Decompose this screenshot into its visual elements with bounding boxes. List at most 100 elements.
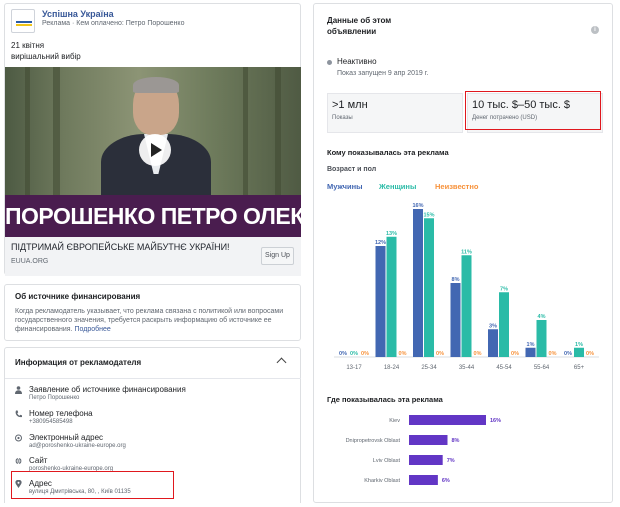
advertiser-item-value[interactable]: ad@poroshenko-ukraine-europe.org [29,443,126,449]
chevron-up-icon[interactable] [276,357,287,368]
divider [5,378,301,379]
impressions-label: Показы [332,115,353,121]
funding-body: Когда рекламодатель указывает, что рекла… [15,307,293,334]
funding-source-card: Об источнике финансирования Когда реклам… [4,284,301,341]
page-name-link[interactable]: Успішна Україна [42,9,184,19]
data-label: 0% [511,351,519,357]
chart-bar [536,320,547,357]
ad-details-title: Данные об этом объявлении [327,15,391,37]
tree-trunk [243,67,248,207]
data-label: 4% [538,314,546,320]
speaker-hair [133,77,179,93]
data-label: 15% [423,212,434,218]
right-column: Данные об этом объявлении i Неактивно По… [313,3,613,503]
ad-domain: EUUA.ORG [11,258,49,265]
data-label: 12% [375,240,386,246]
x-tick-label: 25-34 [421,365,437,371]
status-dot [327,60,332,65]
avatar-stripe-yellow [16,24,32,26]
chart-bar [375,246,386,357]
locations-title: Где показывалась эта реклама [327,395,443,404]
data-label: 7% [500,286,508,292]
ad-details-card: Данные об этом объявлении i Неактивно По… [313,3,613,503]
x-tick-label: 13-17 [346,365,362,371]
ad-link-footer[interactable]: ПІДТРИМАЙ ЄВРОПЕЙСЬКЕ МАЙБУТНЄ УКРАЇНИ! … [5,237,301,276]
globe-icon [15,457,22,465]
data-label: 3% [489,323,497,329]
data-label: 1% [575,342,583,348]
launch-date: Показ запущен 9 апр 2019 г. [337,70,429,77]
advertiser-info-title: Информация от рекламодателя [15,358,142,367]
data-label: 0% [549,351,557,357]
ad-header: Успішна Україна Реклама · Кем оплачено: … [11,9,184,33]
region-label: Kharkiv Oblast [364,478,400,484]
x-tick-label: 65+ [574,365,585,371]
learn-more-link[interactable]: Подробнее [75,326,111,333]
avatar-stripe-blue [16,21,32,23]
chart-bar [424,218,434,357]
chart-bar [461,255,472,357]
region-bar [409,455,443,465]
data-label: 0% [339,351,347,357]
ad-details-title-line2: объявлении [327,27,377,36]
tree-trunk [25,67,30,207]
region-bar [409,415,486,425]
chart-bar [525,347,536,357]
region-label: Kiev [389,418,400,424]
sponsor-line: Реклама · Кем оплачено: Петро Порошенко [42,20,185,27]
region-value-label: 16% [490,418,501,424]
x-tick-label: 18-24 [384,365,400,371]
data-label: 0% [350,351,358,357]
funding-title: Об источнике финансирования [15,292,141,301]
sign-up-button[interactable]: Sign Up [261,247,294,265]
info-icon[interactable]: i [591,26,599,34]
x-tick-label: 45-54 [496,365,512,371]
data-label: 0% [474,351,482,357]
ad-text-line2: вирішальний вибір [11,52,81,61]
region-bar-chart: Kiev 16% Dnipropetrovsk Oblast 8% Lviv Oblas… [346,415,501,485]
data-label: 8% [452,277,460,283]
chart-bar [488,329,498,357]
advertiser-item-label: Сайт [29,456,48,465]
advertiser-item-value: +380954585498 [29,419,73,425]
data-label: 1% [527,342,535,348]
legend-men[interactable]: Мужчины [327,182,363,191]
impressions-value: >1 млн [332,99,368,111]
region-label: Lviv Oblast [373,458,401,464]
address-highlight-box [11,471,174,499]
funding-body-text: Когда рекламодатель указывает, что рекла… [15,308,284,333]
ad-details-title-line1: Данные об этом [327,16,392,25]
region-value-label: 8% [452,438,460,444]
legend-unknown[interactable]: Неизвестно [435,182,478,191]
play-icon[interactable] [139,134,171,166]
ad-text-line1: 21 квітня [11,41,45,50]
advertiser-info-card: Информация от рекламодателя Заявление об… [4,347,301,503]
region-value-label: 6% [442,478,450,484]
image-name-banner: ПОРОШЕНКО ПЕТРО ОЛЕКСІЙОВИЧ [5,195,301,237]
person-icon [15,386,22,394]
advertiser-item-label: Заявление об источнике финансирования [29,385,186,394]
advertiser-item-label: Электронный адрес [29,433,104,442]
chart-bar [386,236,397,357]
data-label: 0% [564,351,572,357]
region-label: Dnipropetrovsk Oblast [346,438,401,444]
ad-headline[interactable]: ПІДТРИМАЙ ЄВРОПЕЙСЬКЕ МАЙБУТНЄ УКРАЇНИ! [11,242,230,252]
ad-video-thumbnail[interactable]: ПОРОШЕНКО ПЕТРО ОЛЕКСІЙОВИЧ [5,67,301,237]
data-label: 0% [361,351,369,357]
ad-preview-card: Успішна Україна Реклама · Кем оплачено: … [4,3,301,276]
advertiser-item-value: Петро Порошенко [29,395,80,401]
chart-bar [499,292,509,357]
region-bar [409,475,438,485]
data-label: 13% [386,231,397,237]
age-sex-label: Возраст и пол [327,166,377,173]
data-label: 0% [436,351,444,357]
x-tick-label: 55-64 [534,365,550,371]
advertiser-item-label: Номер телефона [29,409,93,418]
region-value-label: 7% [447,458,455,464]
region-bar [409,435,448,445]
legend-women[interactable]: Женщины [379,182,416,191]
tree-trunk [53,67,60,207]
data-label: 0% [399,351,407,357]
x-tick-label: 35-44 [459,365,475,371]
page-avatar[interactable] [11,9,35,33]
